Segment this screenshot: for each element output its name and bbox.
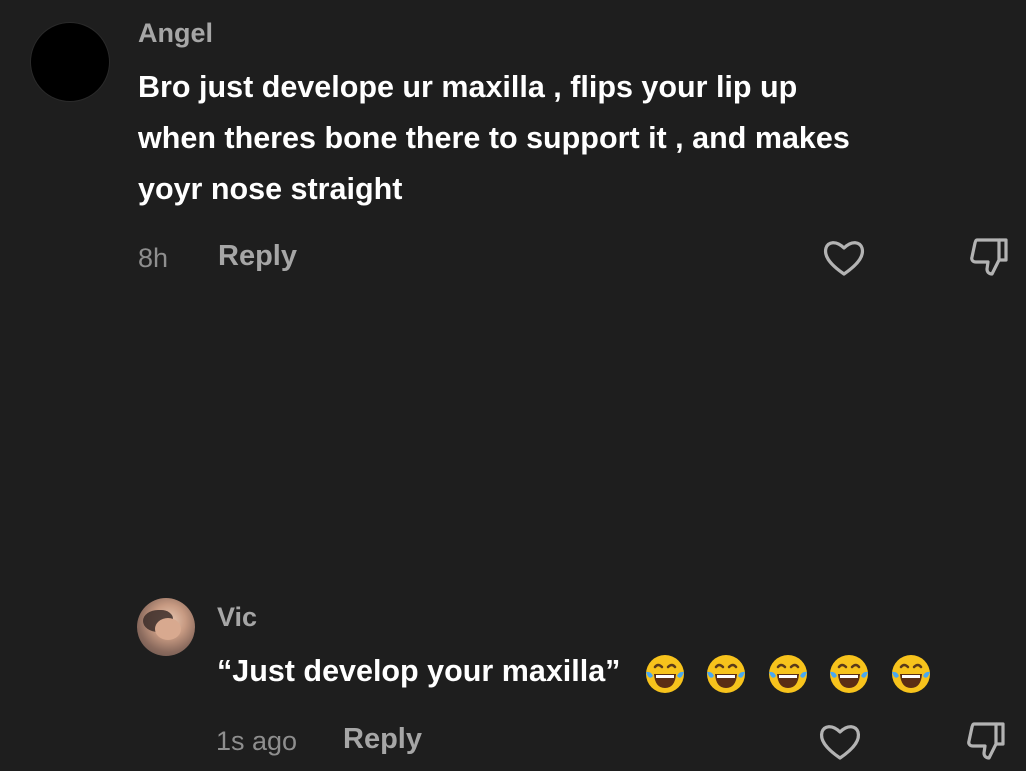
comment-angel: Angel Bro just develope ur maxilla , fli… <box>0 0 1026 290</box>
comment-line: yoyr nose straight <box>138 172 403 206</box>
username-angel[interactable]: Angel <box>138 18 213 49</box>
emoji-row <box>643 647 942 698</box>
heart-icon[interactable] <box>820 234 868 282</box>
heart-icon[interactable] <box>816 718 864 766</box>
username-vic[interactable]: Vic <box>217 602 257 633</box>
timestamp-angel: 8h <box>138 243 169 273</box>
comment-text-angel: Bro just develope ur maxilla , flips you… <box>138 62 1018 215</box>
avatar-vic[interactable] <box>137 598 195 656</box>
timestamp-vic: 1s ago <box>216 726 298 756</box>
laughing-tears-emoji <box>707 655 746 694</box>
laughing-tears-emoji <box>891 655 930 694</box>
thumbs-down-icon[interactable] <box>962 716 1010 764</box>
avatar-face <box>155 618 181 640</box>
comment-line: when theres bone there to support it , a… <box>138 121 850 155</box>
comment-line: Bro just develope ur maxilla , flips you… <box>138 70 798 104</box>
laughing-tears-emoji <box>645 655 684 694</box>
reply-button-vic[interactable]: Reply <box>343 723 422 756</box>
comment-text-vic: “Just develop your maxilla” <box>217 646 1017 698</box>
comment-quote: “Just develop your maxilla” <box>217 654 621 688</box>
laughing-tears-emoji <box>768 655 807 694</box>
reply-button-angel[interactable]: Reply <box>218 240 297 273</box>
thumbs-down-icon[interactable] <box>965 232 1013 280</box>
avatar-angel[interactable] <box>30 22 110 102</box>
laughing-tears-emoji <box>830 655 869 694</box>
comment-vic: Vic “Just develop your maxilla” 1s ago R… <box>0 290 1026 760</box>
